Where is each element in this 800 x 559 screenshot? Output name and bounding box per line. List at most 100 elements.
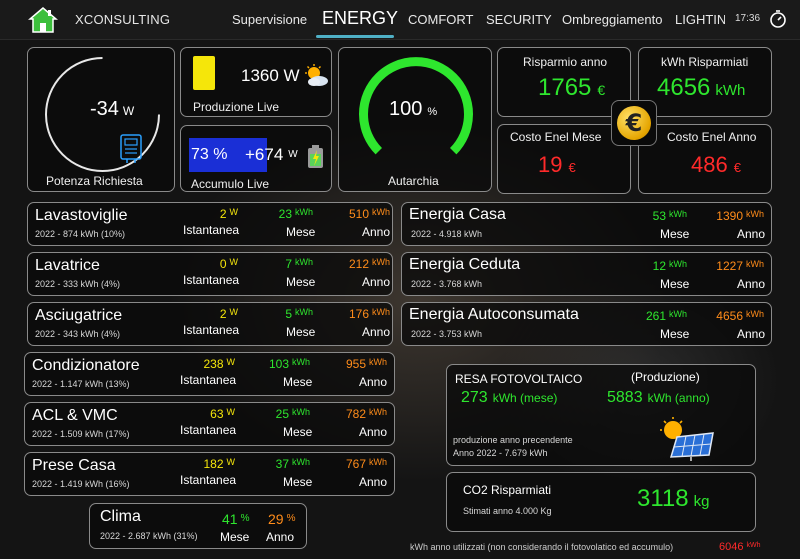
timer-icon[interactable] (768, 9, 788, 29)
costo-enel-anno-panel[interactable]: Costo Enel Anno 486 € (638, 124, 772, 194)
energia-row[interactable]: Energia Casa 2022 - 4.918 kWh 53 kWh 1390… (401, 202, 772, 246)
resa-prev-label: produzione anno precendente (453, 435, 573, 445)
device-name: Prese Casa (32, 457, 116, 474)
brand-title: XCONSULTING (75, 12, 171, 27)
instant-label: Istantanea (183, 323, 240, 337)
device-name: ACL & VMC (32, 407, 118, 424)
tab-lighting[interactable]: LIGHTING (675, 12, 725, 27)
risparmio-anno-value: 1765 € (538, 74, 606, 101)
year-label: Anno (362, 325, 391, 339)
tab-supervisione[interactable]: Supervisione (232, 12, 307, 27)
month-label: Mese (286, 275, 316, 289)
device-row[interactable]: Prese Casa 2022 - 1.419 kWh (16%) 182 W 3… (24, 452, 395, 496)
produzione-live-panel[interactable]: 1360 W Produzione Live (180, 47, 332, 117)
clock: 17:36 (735, 13, 761, 24)
costo-anno-label: Costo Enel Anno (667, 130, 757, 144)
device-year-value: 782 kWh (345, 407, 387, 421)
accumulo-live-panel[interactable]: 73 % +674 W Accumulo Live (180, 125, 332, 192)
device-instant-value: 182 W (203, 457, 235, 471)
energia-month-value: 53 kWh (652, 209, 687, 223)
energia-history: 2022 - 4.918 kWh (411, 229, 483, 239)
kwh-risparmiati-panel[interactable]: kWh Risparmiati 4656 kWh (638, 47, 772, 117)
potenza-richiesta-panel[interactable]: -34 W Potenza Richiesta (27, 47, 175, 192)
device-history: 2022 - 874 kWh (10%) (35, 229, 126, 239)
device-year-value: 955 kWh (345, 357, 387, 371)
year-label: Anno (737, 227, 766, 241)
resa-title: RESA FOTOVOLTAICO (455, 372, 583, 386)
costo-mese-value: 19 € (538, 152, 576, 177)
risparmio-anno-label: Risparmio anno (523, 55, 608, 69)
device-year-value: 176 kWh (348, 307, 390, 321)
energia-name: Energia Ceduta (409, 256, 521, 273)
device-history: 2022 - 343 kWh (4%) (35, 329, 121, 339)
clima-name: Clima (100, 508, 141, 525)
co2-risparmiati-panel[interactable]: CO2 Risparmiati Stimati anno 4.000 Kg 31… (446, 472, 756, 532)
device-year-value: 212 kWh (348, 257, 390, 271)
device-row[interactable]: ACL & VMC 2022 - 1.509 kWh (17%) 63 W 25 k… (24, 402, 395, 446)
device-instant-value: 2W (219, 307, 238, 321)
autarchia-value: 100% (389, 98, 438, 120)
device-row[interactable]: Condizionatore 2022 - 1.147 kWh (13%) 23… (24, 352, 395, 396)
energia-month-value: 261 kWh (645, 309, 687, 323)
active-tab-indicator (316, 35, 394, 38)
resa-month-value: 273 kWh (mese) (461, 389, 558, 406)
instant-label: Istantanea (180, 423, 237, 437)
tab-security[interactable]: SECURITY (486, 12, 552, 27)
autarchia-panel[interactable]: 100% Autarchia (338, 47, 492, 192)
accumulo-percent: 73 % (191, 146, 228, 163)
production-bar (193, 56, 215, 90)
energia-row[interactable]: Energia Autoconsumata 2022 - 3.753 kWh 2… (401, 302, 772, 346)
meter-icon (120, 134, 142, 163)
device-month-value: 23 kWh (278, 207, 313, 221)
device-row[interactable]: Asciugatrice 2022 - 343 kWh (4%) 2W 5 kWh… (27, 302, 393, 346)
costo-mese-label: Costo Enel Mese (510, 130, 602, 144)
month-label: Mese (283, 425, 313, 439)
device-name: Lavatrice (35, 257, 100, 274)
energia-row[interactable]: Energia Ceduta 2022 - 3.768 kWh 12 kWh 12… (401, 252, 772, 296)
co2-value: 3118 kg (637, 485, 710, 512)
potenza-value: -34 W (90, 98, 135, 120)
device-row[interactable]: Lavastoviglie 2022 - 874 kWh (10%) 2W 23… (27, 202, 393, 246)
clima-year-label: Anno (266, 530, 295, 544)
produzione-label: Produzione Live (193, 100, 280, 114)
energia-name: Energia Casa (409, 206, 506, 223)
resa-year-value: 5883 kWh (anno) (607, 389, 710, 406)
year-label: Anno (737, 327, 766, 341)
month-label: Mese (283, 475, 313, 489)
kwh-risparmiati-value: 4656 kWh (657, 74, 746, 101)
energia-name: Energia Autoconsumata (409, 306, 579, 323)
month-label: Mese (286, 325, 316, 339)
battery-icon (308, 145, 323, 168)
year-label: Anno (359, 475, 388, 489)
month-label: Mese (660, 227, 690, 241)
device-month-value: 37 kWh (275, 457, 310, 471)
clima-panel[interactable]: Clima 2022 - 2.687 kWh (31%) 41% 29% Mes… (89, 503, 307, 549)
device-history: 2022 - 1.147 kWh (13%) (32, 379, 130, 389)
energia-year-value: 4656 kWh (716, 309, 764, 323)
month-label: Mese (660, 327, 690, 341)
energia-year-value: 1227 kWh (716, 259, 764, 273)
solar-panel-icon (660, 417, 714, 461)
device-history: 2022 - 1.509 kWh (17%) (32, 429, 130, 439)
year-label: Anno (359, 425, 388, 439)
accumulo-power: +674 W (245, 145, 298, 164)
month-label: Mese (660, 277, 690, 291)
device-instant-value: 63 W (210, 407, 235, 421)
autarchia-label: Autarchia (388, 174, 439, 188)
tab-ombreggiamento[interactable]: Ombreggiamento (562, 12, 662, 27)
instant-label: Istantanea (183, 223, 240, 237)
potenza-label: Potenza Richiesta (46, 174, 143, 188)
device-month-value: 7 kWh (285, 257, 313, 271)
co2-title: CO2 Risparmiati (463, 483, 552, 497)
instant-label: Istantanea (183, 273, 240, 287)
resa-prev-value: Anno 2022 - 7.679 kWh (453, 448, 548, 458)
tab-energy[interactable]: ENERGY (322, 8, 398, 29)
resa-fotovoltaico-panel[interactable]: RESA FOTOVOLTAICO (Produzione) 273 kWh (m… (446, 364, 756, 466)
month-label: Mese (286, 225, 316, 239)
device-instant-value: 238 W (203, 357, 235, 371)
device-row[interactable]: Lavatrice 2022 - 333 kWh (4%) 0W 7 kWh 21… (27, 252, 393, 296)
year-label: Anno (362, 225, 391, 239)
tab-comfort[interactable]: COMFORT (408, 12, 473, 27)
home-icon[interactable] (28, 6, 58, 34)
device-month-value: 25 kWh (275, 407, 310, 421)
